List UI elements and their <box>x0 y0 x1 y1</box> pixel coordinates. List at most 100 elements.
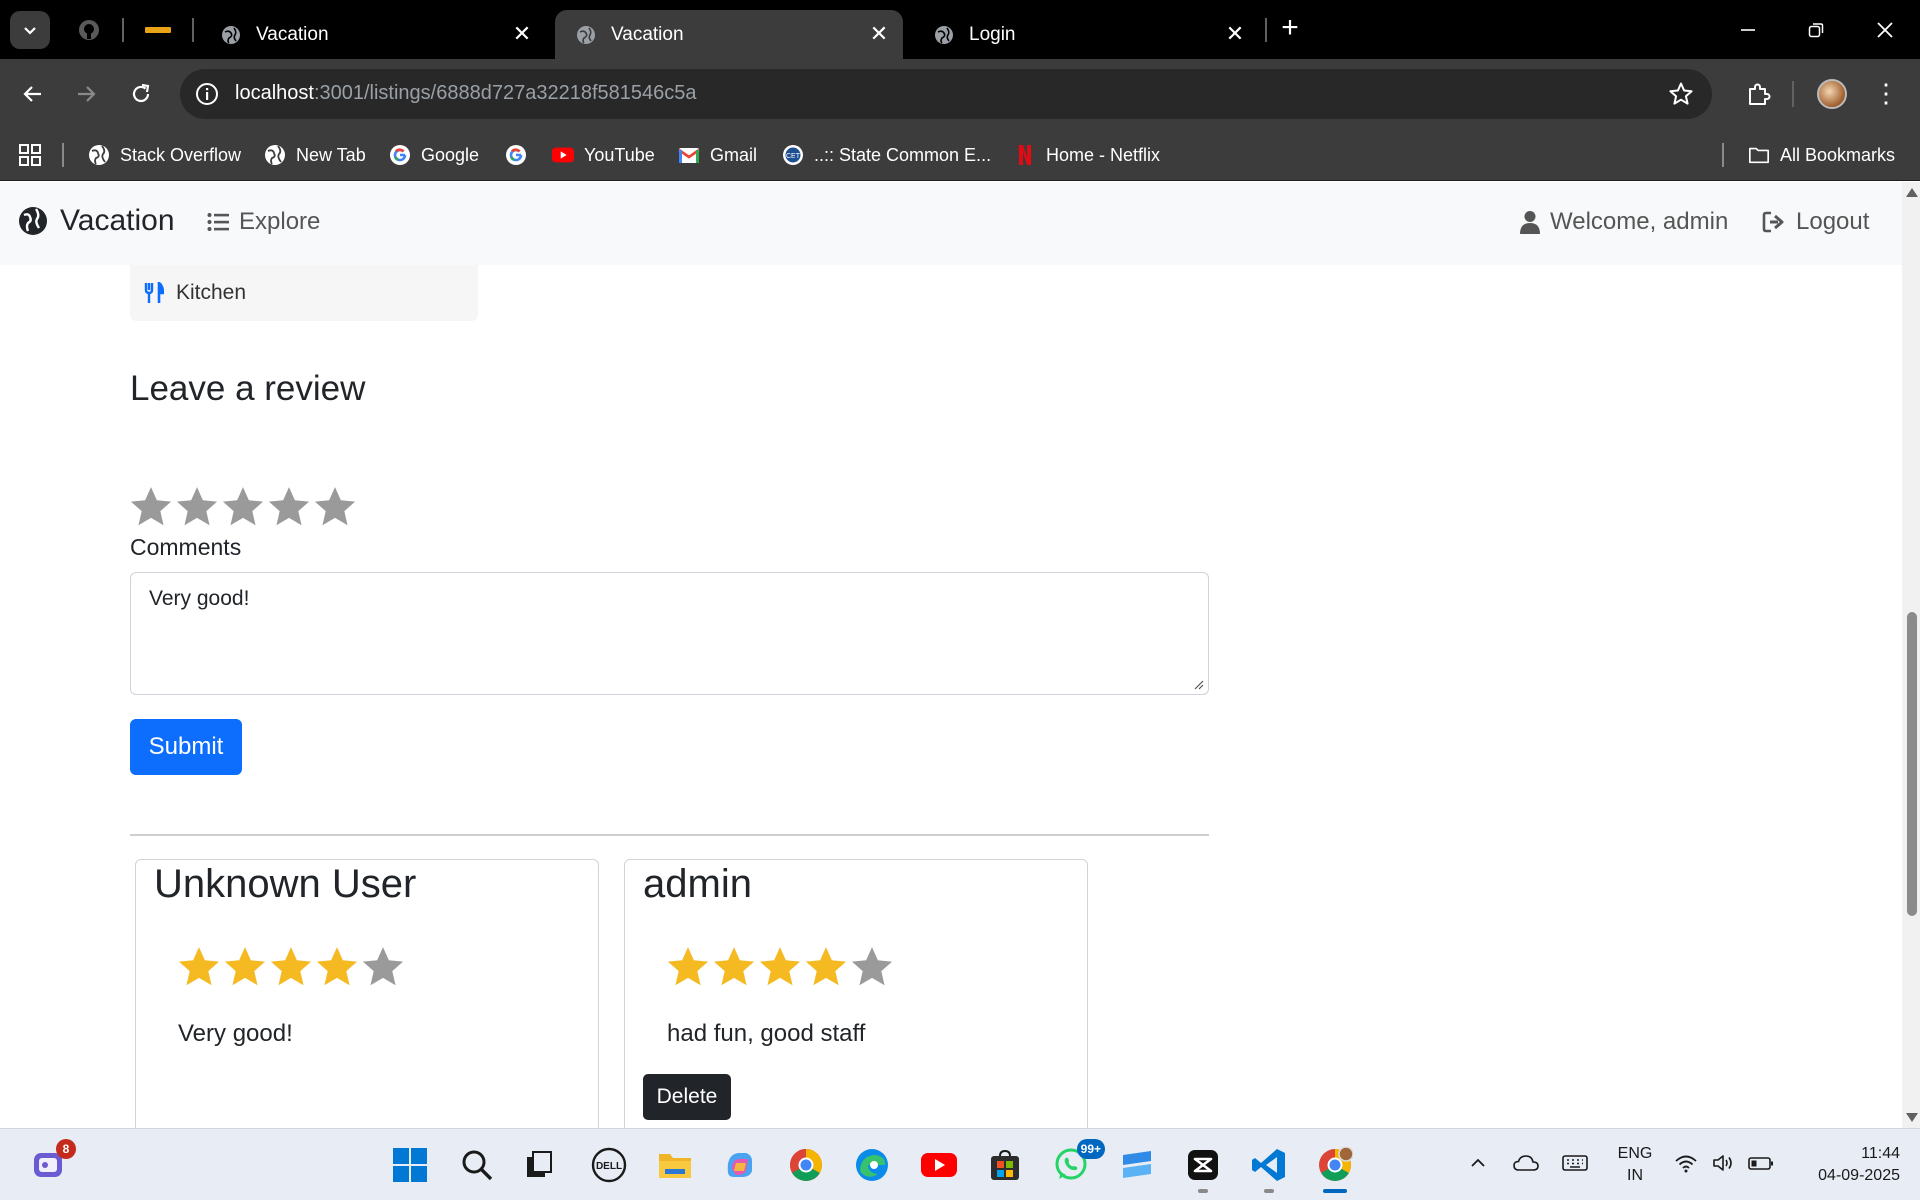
battery-tray[interactable] <box>1748 1153 1774 1178</box>
rating-input[interactable] <box>128 484 358 530</box>
restore-icon <box>1808 23 1824 38</box>
wifi-tray[interactable] <box>1674 1153 1698 1178</box>
bookmark-label: Home - Netflix <box>1046 144 1161 165</box>
review-author: Unknown User <box>154 862 417 906</box>
taskbar-file-explorer[interactable] <box>655 1145 695 1185</box>
review-card: admin had fun, good staff Delete <box>624 859 1088 1128</box>
close-tab-icon[interactable]: ✕ <box>867 22 891 46</box>
scroll-up-arrow-icon[interactable] <box>1906 188 1918 197</box>
onedrive-tray[interactable] <box>1513 1153 1539 1178</box>
keyboard-tray[interactable] <box>1562 1153 1588 1178</box>
scroll-down-arrow-icon[interactable] <box>1906 1113 1918 1122</box>
taskbar-store[interactable] <box>985 1145 1025 1185</box>
all-bookmarks-button[interactable]: All Bookmarks <box>1748 141 1895 169</box>
new-tab-button[interactable]: + <box>1275 13 1305 44</box>
bookmark-google[interactable]: Google <box>389 141 479 169</box>
delete-review-button[interactable]: Delete <box>643 1074 731 1120</box>
forward-button[interactable] <box>69 77 103 111</box>
bookmark-label: Stack Overflow <box>120 144 242 165</box>
reload-button[interactable] <box>124 77 158 111</box>
taskbar-youtube[interactable] <box>919 1145 959 1185</box>
globe-icon <box>265 145 285 165</box>
bookmark-youtube[interactable]: YouTube <box>552 141 655 169</box>
rating-star-input-icon[interactable] <box>220 484 266 530</box>
taskbar-dell[interactable]: DELL <box>589 1145 629 1185</box>
comment-textarea[interactable]: Very good! <box>130 572 1209 695</box>
page-scrollbar[interactable] <box>1902 182 1920 1128</box>
review-card: Unknown User Very good! <box>135 859 599 1128</box>
resize-handle-icon[interactable] <box>1192 678 1204 690</box>
bookmark-gmail[interactable]: Gmail <box>678 141 757 169</box>
tab-title: Login <box>969 23 1016 45</box>
apps-button[interactable] <box>18 141 42 169</box>
taskbar-vscode[interactable] <box>1249 1145 1289 1193</box>
bookmark-state-cet[interactable]: CET ..:: State Common E... <box>782 141 991 169</box>
pinned-tab-coursera[interactable] <box>144 16 172 44</box>
taskbar-edge[interactable] <box>852 1145 892 1185</box>
review-rating <box>665 944 895 990</box>
tab-vacation-1[interactable]: Vacation ✕ <box>200 10 546 59</box>
close-tab-icon[interactable]: ✕ <box>510 22 534 46</box>
star-empty-icon <box>851 947 893 986</box>
tab-separator <box>122 18 124 42</box>
logout-link[interactable]: Logout <box>1762 208 1869 236</box>
submit-button[interactable]: Submit <box>130 719 242 775</box>
close-tab-icon[interactable]: ✕ <box>1223 22 1247 46</box>
taskbar-whatsapp[interactable]: 99+ <box>1051 1139 1105 1185</box>
tab-login[interactable]: Login ✕ <box>913 10 1259 59</box>
windows-icon <box>393 1148 427 1182</box>
explore-link[interactable]: Explore <box>207 208 320 236</box>
bookmark-new-tab[interactable]: New Tab <box>264 141 366 169</box>
bookmark-google-2[interactable] <box>505 141 537 169</box>
taskbar-teams[interactable]: 8 <box>28 1139 76 1185</box>
store-icon <box>991 1149 1019 1180</box>
back-button[interactable] <box>16 77 50 111</box>
extensions-button[interactable] <box>1741 76 1777 112</box>
bookmark-star-icon[interactable] <box>1668 81 1694 107</box>
brand-link[interactable]: Vacation <box>18 204 175 238</box>
close-window-button[interactable] <box>1865 12 1905 48</box>
search-button[interactable] <box>457 1145 497 1185</box>
show-hidden-icons-button[interactable] <box>1468 1153 1488 1178</box>
edge-icon <box>856 1149 888 1181</box>
chrome-menu-icon[interactable]: ⋮ <box>1872 77 1900 111</box>
restore-button[interactable] <box>1796 12 1836 48</box>
review-rating <box>176 944 406 990</box>
keyboard-icon <box>1562 1155 1588 1171</box>
running-indicator <box>1198 1189 1208 1193</box>
bookmark-netflix[interactable]: Home - Netflix <box>1014 141 1160 169</box>
volume-tray[interactable] <box>1712 1153 1736 1178</box>
review-comment: had fun, good staff <box>667 1020 866 1047</box>
review-author: admin <box>643 862 752 906</box>
gmail-icon <box>678 148 700 163</box>
folder-icon <box>1749 147 1769 164</box>
taskbar-capcut[interactable] <box>1183 1145 1223 1193</box>
logout-label: Logout <box>1796 208 1870 235</box>
scrollbar-thumb[interactable] <box>1907 612 1917 916</box>
pinned-tab-github[interactable] <box>75 16 103 44</box>
minimize-button[interactable] <box>1728 12 1768 48</box>
start-button[interactable] <box>390 1145 430 1185</box>
taskbar-chrome[interactable] <box>786 1145 826 1185</box>
taskbar-app[interactable] <box>1117 1145 1157 1185</box>
vscode-icon <box>1252 1149 1285 1181</box>
rating-star-input-icon[interactable] <box>312 484 358 530</box>
address-bar[interactable]: localhost:3001/listings/6888d727a32218f5… <box>180 69 1712 119</box>
taskbar-copilot[interactable] <box>720 1145 760 1185</box>
tab-search-button[interactable] <box>10 11 50 49</box>
google-icon <box>506 145 526 165</box>
bookmark-stack-overflow[interactable]: Stack Overflow <box>88 141 241 169</box>
language-indicator[interactable]: ENG IN <box>1614 1143 1656 1187</box>
rating-star-input-icon[interactable] <box>128 484 174 530</box>
rating-star-input-icon[interactable] <box>174 484 220 530</box>
globe-icon <box>935 25 953 44</box>
tab-vacation-active[interactable]: Vacation ✕ <box>555 10 903 59</box>
bookmark-label: New Tab <box>296 144 366 165</box>
taskbar-chrome-active[interactable] <box>1315 1145 1355 1193</box>
task-view-button[interactable] <box>519 1145 559 1185</box>
system-clock[interactable]: 11:44 04-09-2025 <box>1790 1143 1900 1187</box>
star-filled-icon <box>316 947 358 986</box>
globe-icon <box>222 25 240 44</box>
rating-star-input-icon[interactable] <box>266 484 312 530</box>
profile-avatar[interactable] <box>1817 79 1847 109</box>
